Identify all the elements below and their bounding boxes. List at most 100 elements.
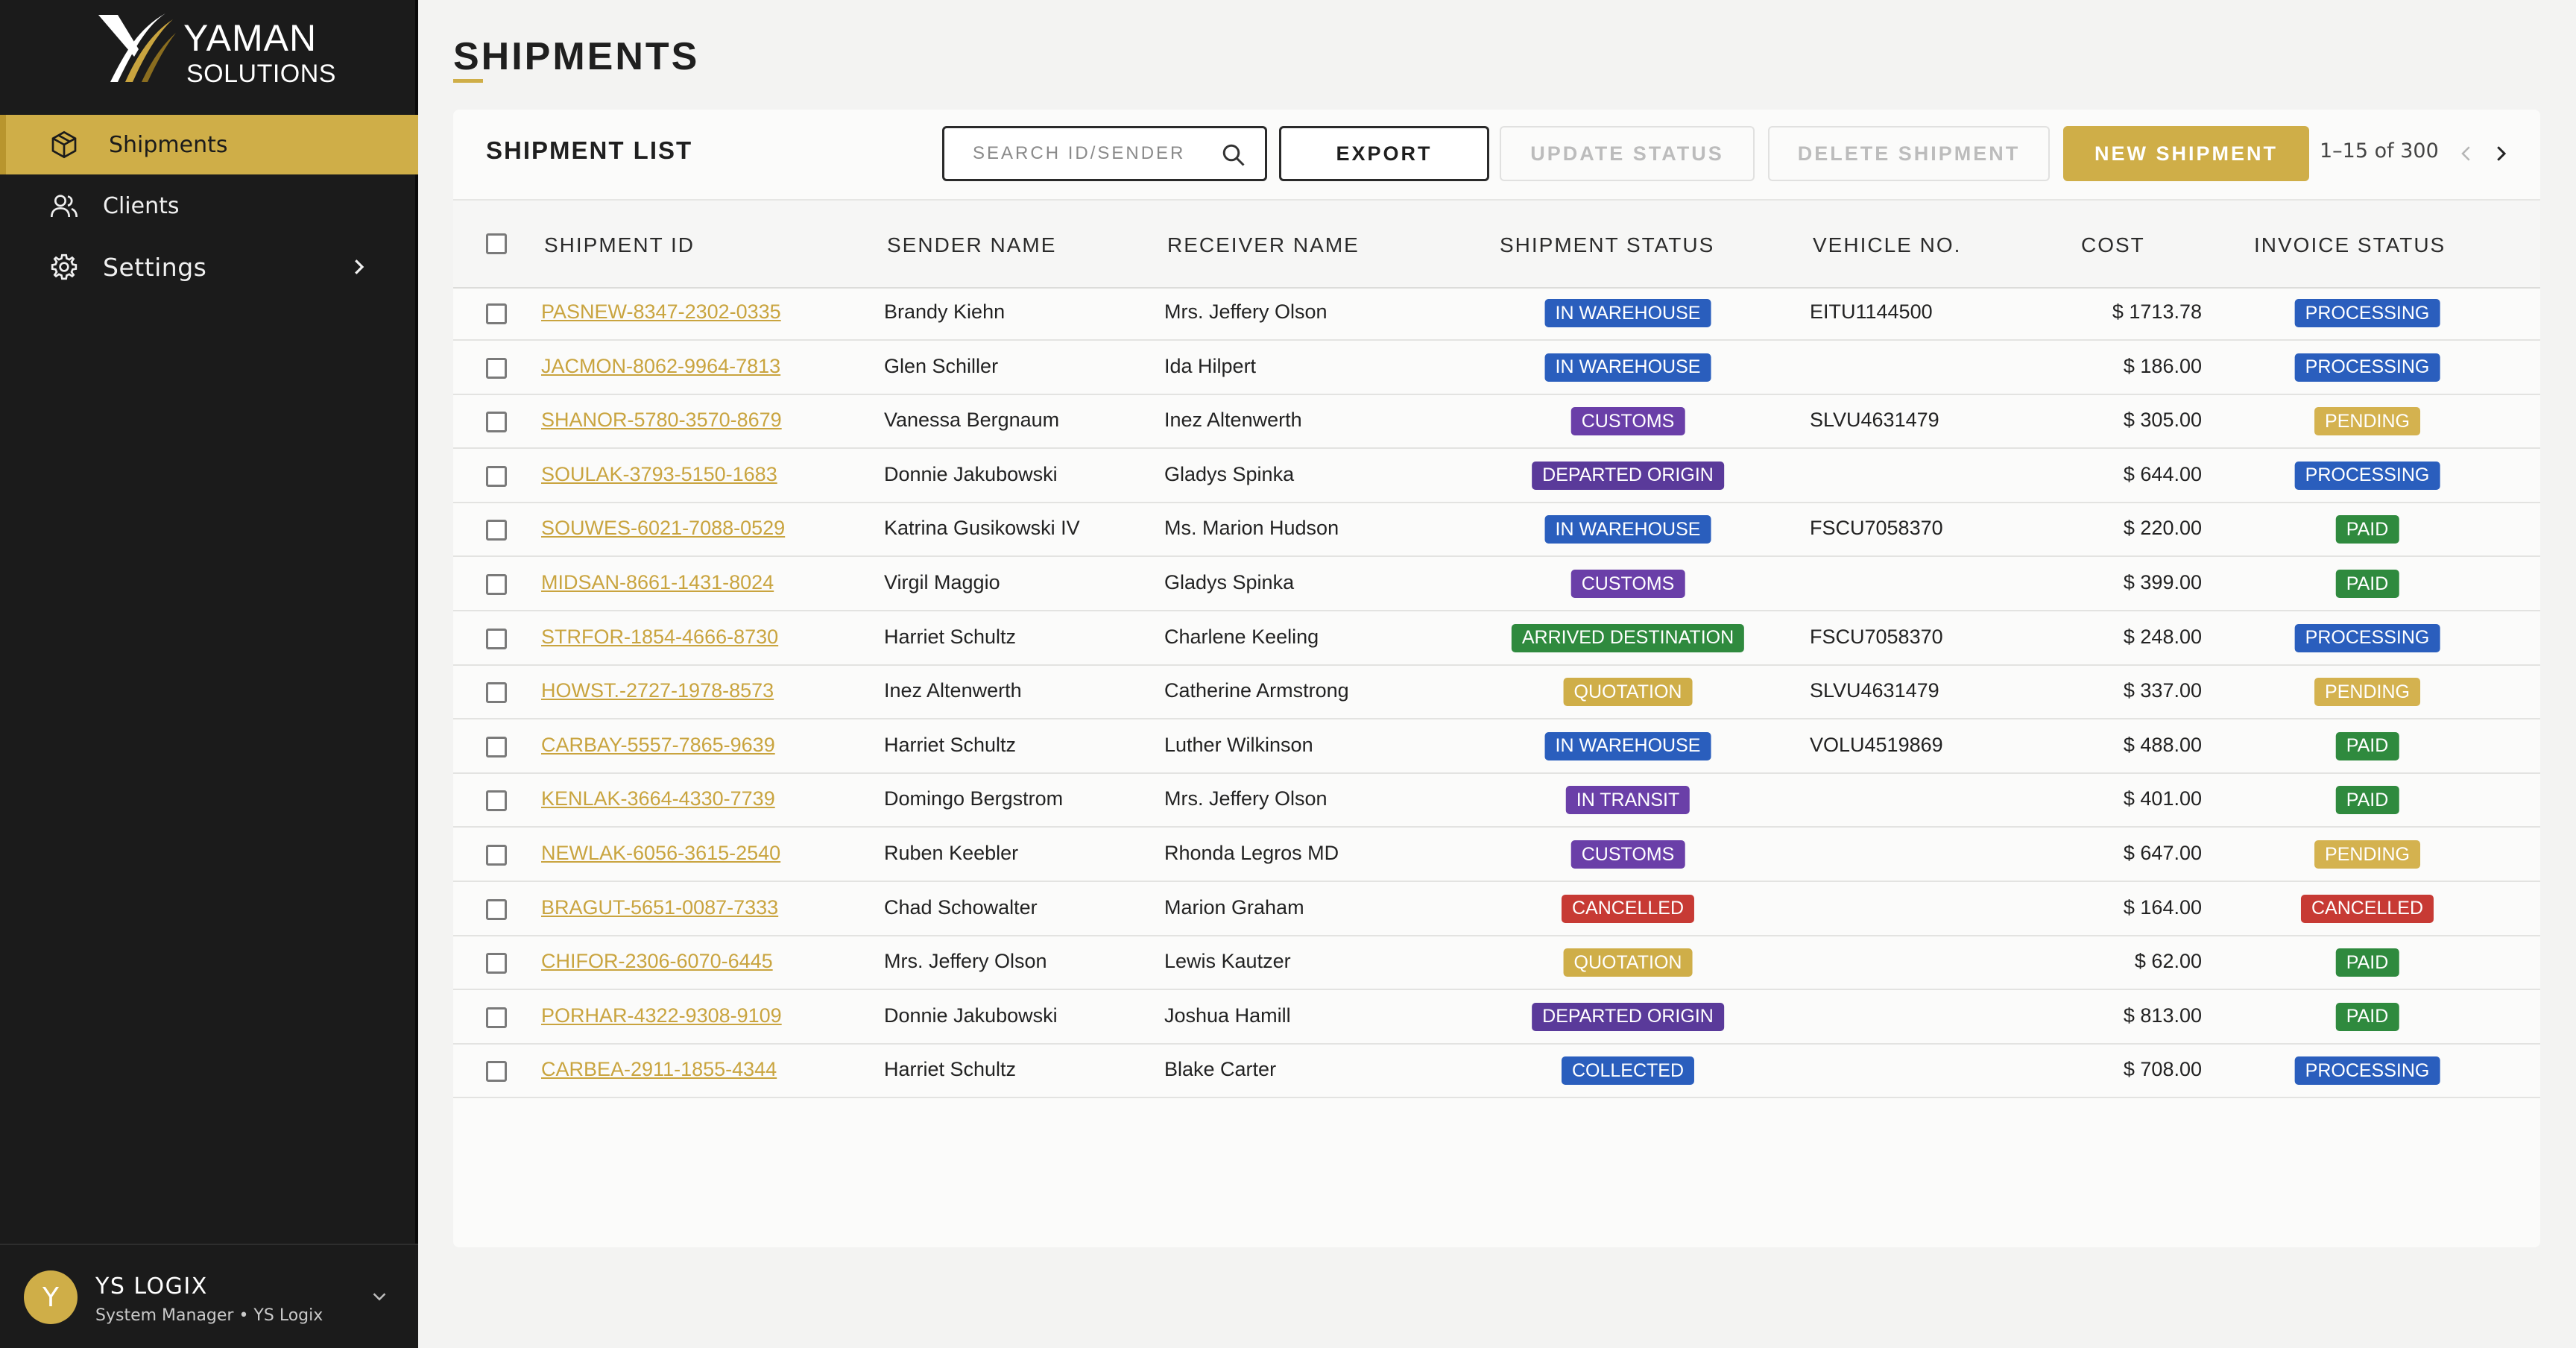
shipment-id-link[interactable]: CARBAY-5557-7865-9639 xyxy=(541,734,775,757)
table-row[interactable]: SOULAK-3793-5150-1683 Donnie Jakubowski Gl… xyxy=(453,450,2540,503)
sidebar-item-shipments[interactable]: Shipments xyxy=(0,115,418,174)
sender-name: Mrs. Jeffery Olson xyxy=(884,950,1047,973)
sidebar-item-label: Settings xyxy=(103,252,207,282)
sidebar-item-clients[interactable]: Clients xyxy=(0,176,418,236)
page-title: SHIPMENTS xyxy=(453,35,700,78)
shipment-list-card: SHIPMENT LIST EXPORT UPDATE STATUS DELET… xyxy=(453,110,2540,1247)
table-row[interactable]: SOUWES-6021-7088-0529 Katrina Gusikowski … xyxy=(453,503,2540,558)
row-checkbox[interactable] xyxy=(486,682,507,704)
chevron-left-icon[interactable] xyxy=(2455,141,2478,166)
sender-name: Brandy Kiehn xyxy=(884,300,1006,323)
row-checkbox[interactable] xyxy=(486,303,507,324)
user-profile[interactable]: Y YS LOGIX System Manager • YS Logix xyxy=(0,1244,418,1348)
table-row[interactable]: STRFOR-1854-4666-8730 Harriet Schultz Char… xyxy=(453,612,2540,666)
cost: $ 813.00 xyxy=(2123,1004,2202,1027)
table-row[interactable]: PORHAR-4322-9308-9109 Donnie Jakubowski Jo… xyxy=(453,991,2540,1045)
shipment-status-badge: IN WAREHOUSE xyxy=(1544,515,1711,544)
shipment-id-link[interactable]: NEWLAK-6056-3615-2540 xyxy=(541,842,780,865)
row-checkbox[interactable] xyxy=(486,628,507,649)
shipment-id-link[interactable]: PASNEW-8347-2302-0335 xyxy=(541,300,781,324)
column-header[interactable]: RECEIVER NAME xyxy=(1167,233,1360,257)
table-row[interactable]: PASNEW-8347-2302-0335 Brandy Kiehn Mrs. Je… xyxy=(453,287,2540,341)
table-row[interactable]: BRAGUT-5651-0087-7333 Chad Schowalter Mari… xyxy=(453,883,2540,936)
shipment-id-link[interactable]: SOUWES-6021-7088-0529 xyxy=(541,517,785,540)
new-shipment-button[interactable]: NEW SHIPMENT xyxy=(2063,126,2309,181)
row-checkbox[interactable] xyxy=(486,357,507,379)
row-checkbox[interactable] xyxy=(486,845,507,866)
row-checkbox[interactable] xyxy=(486,520,507,541)
sidebar-item-settings[interactable]: Settings xyxy=(0,237,418,297)
title-underline xyxy=(453,79,483,83)
table-header: SHIPMENT ID SENDER NAME RECEIVER NAME SH… xyxy=(453,199,2540,289)
export-button[interactable]: EXPORT xyxy=(1279,126,1489,181)
row-checkbox[interactable] xyxy=(486,790,507,812)
logo-mark-icon xyxy=(98,13,176,82)
shipment-id-link[interactable]: KENLAK-3664-4330-7739 xyxy=(541,787,775,810)
pagination-label: 1–15 of 300 xyxy=(2320,139,2439,163)
brand-name: YAMAN xyxy=(183,17,318,59)
shipment-status-badge: CANCELLED xyxy=(1561,894,1695,923)
cost: $ 708.00 xyxy=(2123,1058,2202,1081)
receiver-name: Mrs. Jeffery Olson xyxy=(1164,300,1328,323)
column-header[interactable]: COST xyxy=(2081,233,2145,257)
table-row[interactable]: MIDSAN-8661-1431-8024 Virgil Maggio Gladys… xyxy=(453,558,2540,611)
vehicle-number: SLVU4631479 xyxy=(1810,409,1939,432)
column-header[interactable]: INVOICE STATUS xyxy=(2254,233,2446,257)
cost: $ 401.00 xyxy=(2123,787,2202,810)
cost: $ 186.00 xyxy=(2123,354,2202,377)
chevron-down-icon[interactable] xyxy=(368,1285,391,1308)
table-row[interactable]: CARBEA-2911-1855-4344 Harriet Schultz Blak… xyxy=(453,1045,2540,1099)
shipment-status-badge: QUOTATION xyxy=(1563,678,1693,707)
shipment-id-link[interactable]: STRFOR-1854-4666-8730 xyxy=(541,626,778,649)
column-header[interactable]: SHIPMENT ID xyxy=(544,233,695,257)
sender-name: Harriet Schultz xyxy=(884,625,1017,648)
update-status-button[interactable]: UPDATE STATUS xyxy=(1500,126,1755,181)
chevron-right-icon[interactable] xyxy=(2490,141,2512,166)
invoice-status-badge: PROCESSING xyxy=(2294,461,2440,490)
row-checkbox[interactable] xyxy=(486,1007,507,1028)
table-row[interactable]: CHIFOR-2306-6070-6445 Mrs. Jeffery Olson L… xyxy=(453,936,2540,991)
row-checkbox[interactable] xyxy=(486,953,507,974)
sender-name: Harriet Schultz xyxy=(884,1058,1017,1081)
shipment-status-badge: DEPARTED ORIGIN xyxy=(1532,461,1724,490)
search-icon[interactable] xyxy=(1220,142,1247,168)
invoice-status-badge: PAID xyxy=(2335,731,2399,760)
shipment-id-link[interactable]: CHIFOR-2306-6070-6445 xyxy=(541,950,773,973)
invoice-status-badge: PAID xyxy=(2335,1002,2399,1031)
search-box[interactable] xyxy=(942,126,1267,181)
users-icon xyxy=(48,189,80,222)
row-checkbox[interactable] xyxy=(486,1061,507,1083)
row-checkbox[interactable] xyxy=(486,736,507,758)
sender-name: Virgil Maggio xyxy=(884,571,1000,593)
column-header[interactable]: SHIPMENT STATUS xyxy=(1500,233,1714,257)
row-checkbox[interactable] xyxy=(486,574,507,595)
vehicle-number: EITU1144500 xyxy=(1810,300,1933,323)
shipment-id-link[interactable]: SOULAK-3793-5150-1683 xyxy=(541,463,777,486)
select-all-checkbox[interactable] xyxy=(486,233,507,254)
delete-shipment-button[interactable]: DELETE SHIPMENT xyxy=(1768,126,2050,181)
row-checkbox[interactable] xyxy=(486,898,507,920)
column-header[interactable]: VEHICLE NO. xyxy=(1813,233,1961,257)
sender-name: Donnie Jakubowski xyxy=(884,1004,1058,1027)
invoice-status-badge: PROCESSING xyxy=(2294,1056,2440,1086)
column-header[interactable]: SENDER NAME xyxy=(887,233,1056,257)
table-row[interactable]: HOWST.-2727-1978-8573 Inez Altenwerth Cath… xyxy=(453,666,2540,720)
table-row[interactable]: JACMON-8062-9964-7813 Glen Schiller Ida Hi… xyxy=(453,341,2540,395)
shipment-id-link[interactable]: MIDSAN-8661-1431-8024 xyxy=(541,571,774,594)
table-row[interactable]: CARBAY-5557-7865-9639 Harriet Schultz Luth… xyxy=(453,720,2540,774)
shipment-id-link[interactable]: HOWST.-2727-1978-8573 xyxy=(541,679,774,702)
table-row[interactable]: NEWLAK-6056-3615-2540 Ruben Keebler Rhonda… xyxy=(453,828,2540,882)
row-checkbox[interactable] xyxy=(486,412,507,433)
sender-name: Glen Schiller xyxy=(884,354,999,377)
chevron-right-icon xyxy=(347,256,370,278)
table-row[interactable]: SHANOR-5780-3570-8679 Vanessa Bergnaum Ine… xyxy=(453,395,2540,450)
invoice-status-badge: PROCESSING xyxy=(2294,353,2440,382)
row-checkbox[interactable] xyxy=(486,465,507,487)
shipment-id-link[interactable]: PORHAR-4322-9308-9109 xyxy=(541,1004,782,1027)
table-row[interactable]: KENLAK-3664-4330-7739 Domingo Bergstrom Mr… xyxy=(453,774,2540,828)
shipment-id-link[interactable]: SHANOR-5780-3570-8679 xyxy=(541,409,782,432)
search-input[interactable] xyxy=(973,143,1219,164)
shipment-id-link[interactable]: BRAGUT-5651-0087-7333 xyxy=(541,896,778,919)
shipment-id-link[interactable]: JACMON-8062-9964-7813 xyxy=(541,355,780,378)
shipment-id-link[interactable]: CARBEA-2911-1855-4344 xyxy=(541,1058,777,1081)
